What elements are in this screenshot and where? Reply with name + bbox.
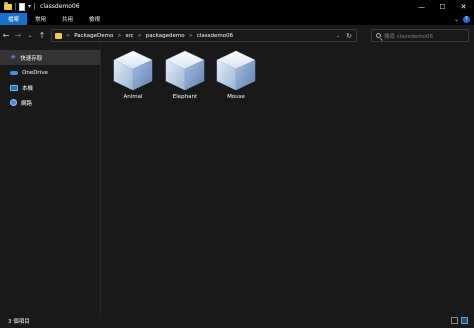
breadcrumb-classdemo06[interactable]: classdemo06 — [197, 33, 233, 39]
network-icon — [10, 99, 17, 106]
file-list: Animal Elephant Mouse — [101, 46, 474, 314]
properties-icon[interactable] — [19, 2, 25, 11]
sidebar-item-label: OneDrive — [22, 69, 48, 76]
netbeans-class-cube-icon — [216, 50, 256, 91]
ribbon-right-controls: ⌄ ? — [454, 13, 470, 25]
folder-icon — [55, 32, 62, 39]
status-bar: 3 個項目 — [0, 314, 474, 328]
breadcrumb-separator: > — [188, 32, 193, 39]
expand-ribbon-chevron-icon[interactable]: ⌄ — [454, 16, 459, 23]
breadcrumb-packagedemo-folder[interactable]: packagedemo — [146, 33, 185, 39]
cloud-icon — [10, 70, 18, 75]
tab-share[interactable]: 共用 — [54, 13, 81, 25]
details-view-icon[interactable] — [451, 317, 458, 324]
search-input[interactable]: 搜尋 classdemo06 — [371, 29, 469, 42]
sidebar-item-network[interactable]: 網路 — [0, 95, 100, 110]
file-name: Mouse — [227, 94, 245, 100]
star-icon: ★ — [10, 53, 17, 61]
title-bar: ▾ classdemo06 — ☐ ✕ — [0, 0, 474, 13]
sidebar-item-onedrive[interactable]: OneDrive — [0, 65, 100, 80]
item-count: 3 個項目 — [8, 319, 30, 325]
sidebar-item-label: 網路 — [21, 100, 33, 107]
recent-locations-chevron-icon[interactable]: ⌄ — [24, 32, 36, 39]
breadcrumb-packagedemo[interactable]: PackageDemo — [74, 33, 113, 39]
tab-view[interactable]: 檢視 — [81, 13, 108, 25]
file-item-mouse[interactable]: Mouse — [211, 48, 261, 103]
search-placeholder: 搜尋 classdemo06 — [384, 33, 433, 40]
window-title: classdemo06 — [40, 3, 80, 10]
sidebar-item-label: 快速存取 — [20, 55, 43, 62]
close-button[interactable]: ✕ — [453, 0, 474, 13]
folder-icon — [4, 1, 12, 10]
sidebar-item-quick-access[interactable]: ★ 快速存取 — [0, 50, 100, 65]
address-dropdown-chevron-icon[interactable]: ⌄ — [336, 33, 340, 39]
breadcrumb-separator: > — [66, 32, 71, 39]
minimize-button[interactable]: — — [411, 0, 432, 13]
breadcrumb-separator: > — [137, 32, 142, 39]
window-controls: — ☐ ✕ — [411, 0, 474, 13]
file-item-elephant[interactable]: Elephant — [160, 48, 210, 103]
maximize-button[interactable]: ☐ — [432, 0, 453, 13]
customize-toolbar-chevron-icon[interactable]: ▾ — [28, 3, 31, 10]
file-name: Elephant — [172, 94, 198, 100]
up-button[interactable]: ↑ — [36, 31, 48, 40]
netbeans-class-cube-icon — [165, 50, 205, 91]
view-switcher — [451, 317, 468, 324]
tab-home[interactable]: 常用 — [27, 13, 54, 25]
computer-icon — [10, 84, 18, 91]
breadcrumb-src[interactable]: src — [126, 33, 134, 39]
toolbar-divider — [15, 3, 16, 10]
file-name: Animal — [123, 94, 143, 100]
file-item-animal[interactable]: Animal — [108, 48, 158, 103]
sidebar-item-label: 本機 — [22, 85, 34, 92]
navigation-bar: ← → ⌄ ↑ > PackageDemo > src > packagedem… — [0, 25, 474, 45]
large-icons-view-icon[interactable] — [461, 317, 468, 324]
search-icon — [376, 33, 381, 38]
forward-button[interactable]: → — [12, 31, 24, 40]
refresh-icon[interactable]: ↻ — [346, 32, 352, 40]
navigation-pane: ★ 快速存取 OneDrive 本機 網路 — [0, 46, 100, 314]
sidebar-item-this-pc[interactable]: 本機 — [0, 80, 100, 95]
help-icon[interactable]: ? — [463, 15, 470, 23]
address-bar[interactable]: > PackageDemo > src > packagedemo > clas… — [51, 29, 357, 42]
netbeans-class-cube-icon — [113, 50, 153, 91]
tab-file[interactable]: 檔案 — [0, 13, 28, 25]
toolbar-divider — [34, 3, 36, 10]
back-button[interactable]: ← — [0, 31, 12, 40]
breadcrumb-separator: > — [117, 32, 122, 39]
quick-access-toolbar: ▾ classdemo06 — [0, 1, 80, 11]
ribbon-tabs: 檔案 常用 共用 檢視 ⌄ ? — [0, 13, 474, 25]
